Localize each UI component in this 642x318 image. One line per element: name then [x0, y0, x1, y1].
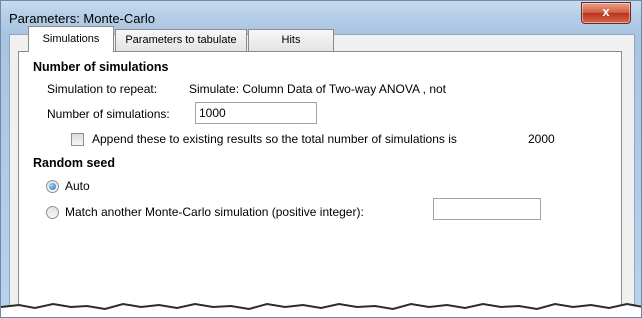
window-title: Parameters: Monte-Carlo [9, 11, 155, 26]
tab-simulations-label: Simulations [42, 33, 100, 45]
seed-auto-radio[interactable] [46, 180, 59, 193]
append-results-label[interactable]: Append these to existing results so the … [92, 132, 457, 146]
simulations-panel: Number of simulations Simulation to repe… [18, 51, 622, 309]
tab-simulations[interactable]: Simulations [28, 26, 114, 52]
number-of-simulations-heading: Number of simulations [33, 60, 169, 74]
number-of-simulations-label: Number of simulations: [47, 107, 170, 121]
random-seed-heading: Random seed [33, 156, 115, 170]
seed-match-label[interactable]: Match another Monte-Carlo simulation (po… [65, 205, 364, 219]
dialog-window: Parameters: Monte-Carlo x Simulations Pa… [0, 0, 642, 318]
seed-match-input[interactable] [433, 198, 541, 220]
number-of-simulations-input[interactable] [195, 102, 317, 124]
tab-hits[interactable]: Hits [248, 29, 334, 51]
torn-edge-decoration [1, 302, 641, 317]
seed-match-radio[interactable] [46, 206, 59, 219]
seed-auto-label[interactable]: Auto [65, 179, 90, 193]
append-results-checkbox[interactable] [71, 133, 84, 146]
close-icon: x [602, 4, 610, 19]
simulation-to-repeat-label: Simulation to repeat: [47, 82, 158, 96]
tab-hits-label: Hits [281, 34, 301, 46]
simulation-to-repeat-value: Simulate: Column Data of Two-way ANOVA ,… [189, 82, 447, 96]
tab-parameters-to-tabulate[interactable]: Parameters to tabulate [115, 29, 247, 51]
tab-parameters-label: Parameters to tabulate [125, 34, 237, 46]
total-simulations-value: 2000 [528, 132, 555, 146]
close-button[interactable]: x [581, 2, 631, 24]
